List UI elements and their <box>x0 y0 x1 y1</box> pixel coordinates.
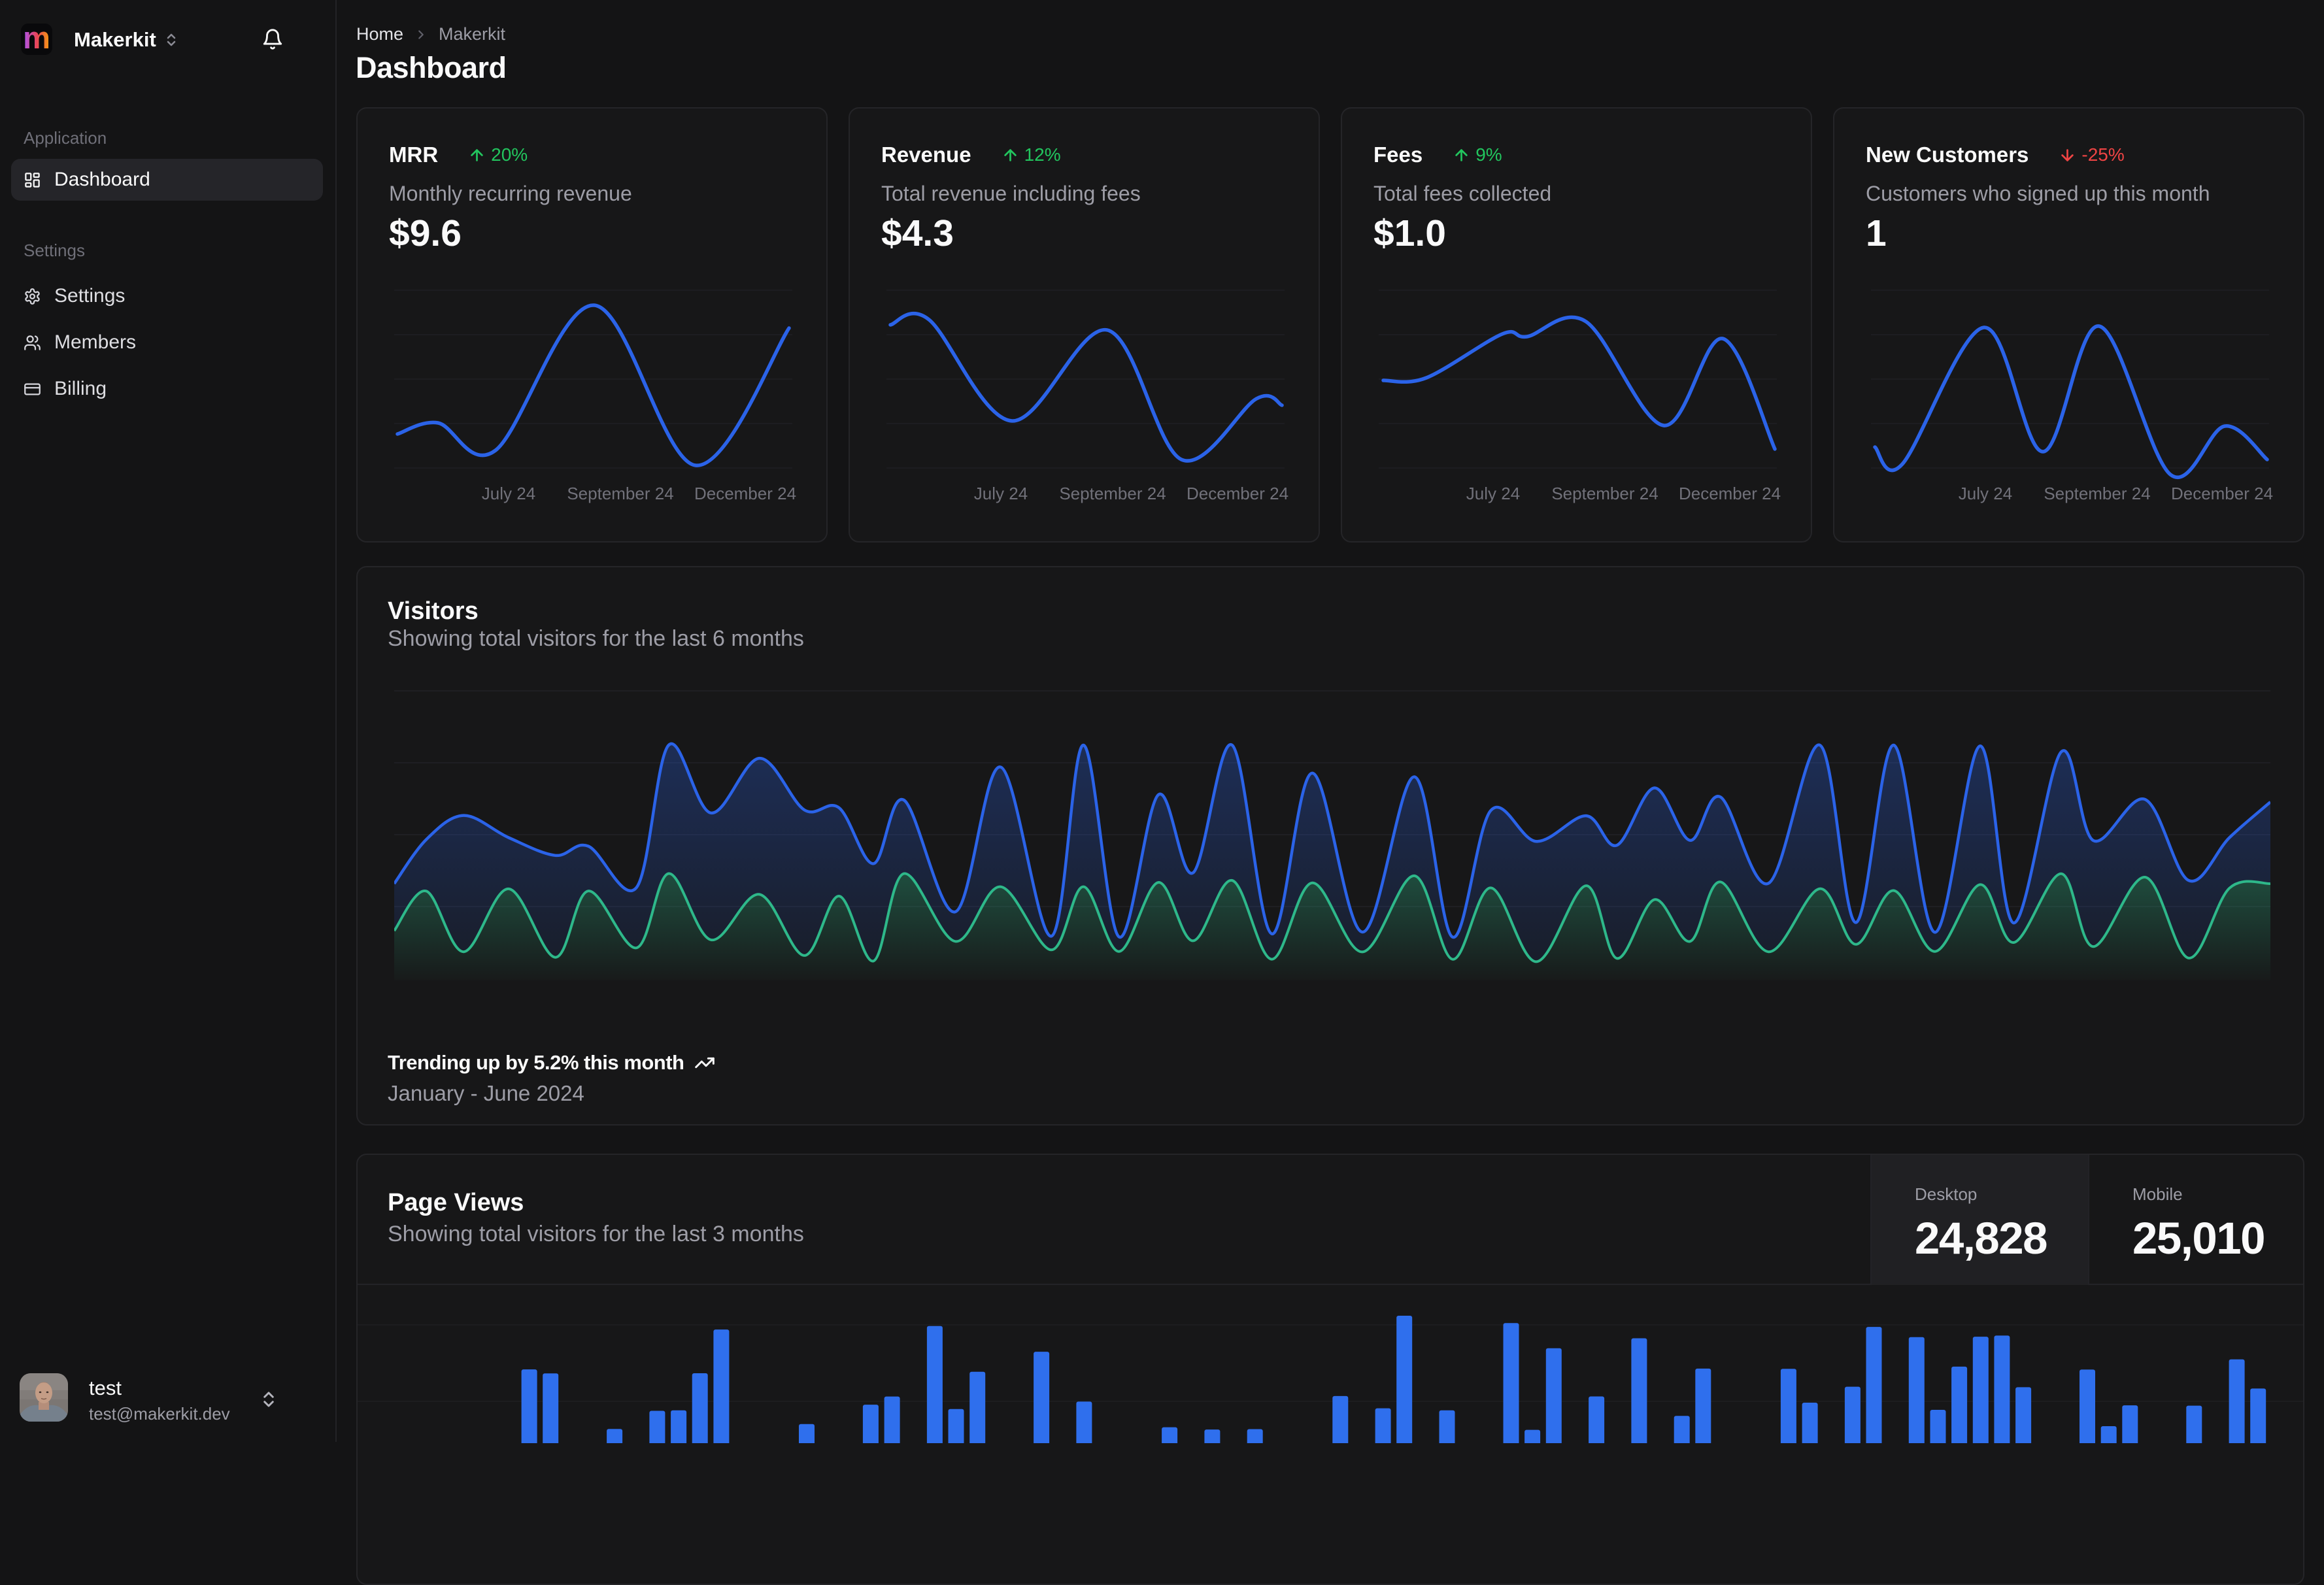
svg-text:September 24: September 24 <box>1059 484 1166 503</box>
svg-text:December 24: December 24 <box>1187 484 1288 503</box>
svg-text:September 24: September 24 <box>2044 484 2150 503</box>
svg-text:December 24: December 24 <box>2171 484 2273 503</box>
svg-text:July 24: July 24 <box>482 484 535 503</box>
svg-text:m: m <box>23 24 50 55</box>
svg-text:July 24: July 24 <box>974 484 1028 503</box>
svg-text:December 24: December 24 <box>694 484 796 503</box>
svg-text:December 24: December 24 <box>1679 484 1781 503</box>
svg-text:July 24: July 24 <box>1959 484 2012 503</box>
svg-text:July 24: July 24 <box>1466 484 1520 503</box>
svg-text:September 24: September 24 <box>567 484 673 503</box>
svg-text:September 24: September 24 <box>1551 484 1658 503</box>
